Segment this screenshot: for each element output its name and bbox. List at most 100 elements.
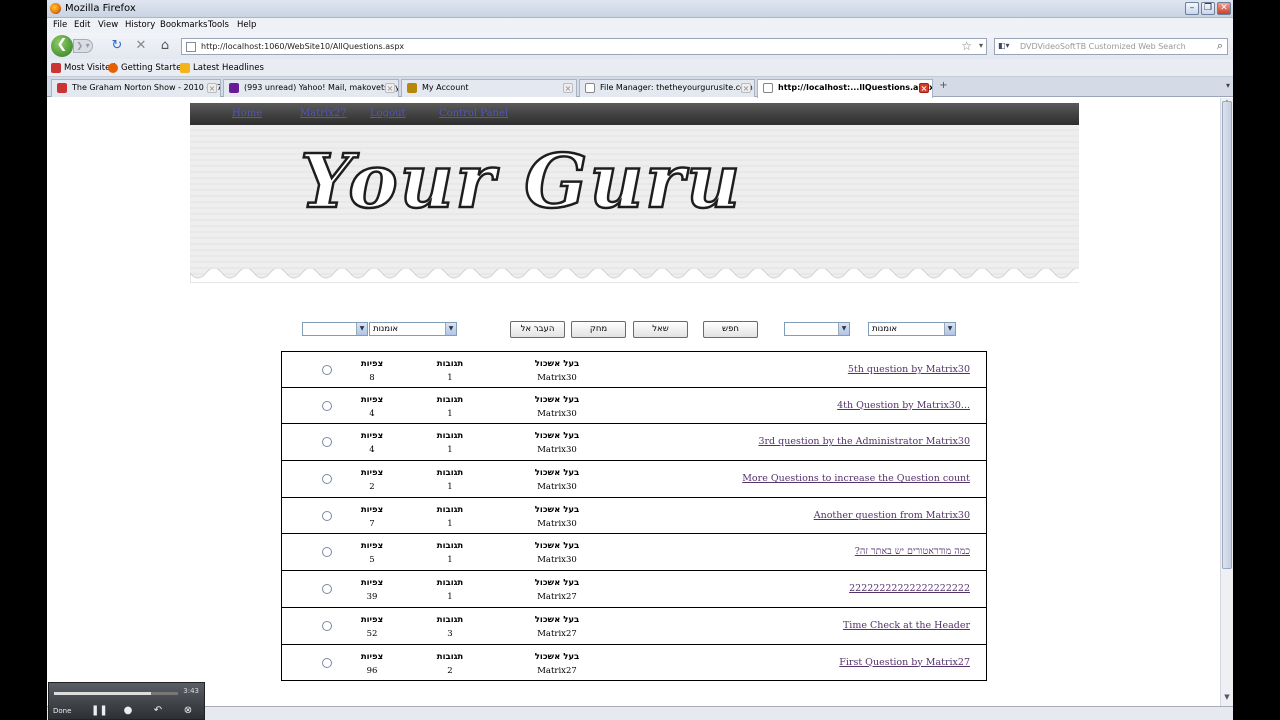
question-title-link[interactable]: 22222222222222222222 xyxy=(849,583,970,594)
forward-button[interactable]: ❯ ▾ xyxy=(73,39,93,53)
menu-file[interactable]: File xyxy=(53,20,67,30)
views-cell: צפיות 8 xyxy=(360,359,384,383)
owner-cell: בעל אשכול Matrix30 xyxy=(534,431,580,456)
scrollbar-thumb[interactable] xyxy=(1222,101,1232,569)
scroll-down-icon[interactable]: ▼ xyxy=(1222,693,1232,701)
stop-icon[interactable]: ⊗ xyxy=(181,704,195,718)
tab-close-icon[interactable]: × xyxy=(385,83,395,93)
question-title-link[interactable]: 5th question by Matrix30 xyxy=(848,364,970,375)
question-radio[interactable] xyxy=(322,437,332,448)
tab-list-icon[interactable]: ▾ xyxy=(1226,81,1230,90)
bookmark-most-visited[interactable]: Most Visited xyxy=(51,63,116,73)
subcategory-select-left[interactable]: ▼ xyxy=(302,322,368,336)
table-row: צפיות 52 תגובות 3 בעל אשכול Matrix27 Time Chec… xyxy=(281,607,987,645)
media-time: 3:43 xyxy=(183,687,199,695)
answers-cell: תגובות 1 xyxy=(436,578,464,603)
new-tab-button[interactable]: + xyxy=(935,80,952,96)
site-nav-logout[interactable]: Logout xyxy=(370,108,406,119)
tab-close-icon[interactable]: × xyxy=(919,83,929,93)
tab-yahoo-mail[interactable]: (993 unread) Yahoo! Mail, makovetskiyd × xyxy=(223,79,399,97)
category-select-left[interactable]: אומנות ▼ xyxy=(369,322,457,336)
questions-table: צפיות 8 תגובות 1 בעל אשכול Matrix30 5th questi… xyxy=(281,351,987,682)
media-progress-track[interactable] xyxy=(54,692,178,695)
browser-window: Mozilla Firefox – ❐ ✕ File Edit View His… xyxy=(47,0,1233,720)
question-title-link[interactable]: More Questions to increase the Question … xyxy=(742,473,970,484)
page-icon xyxy=(763,83,773,93)
search-engine-icon[interactable]: ◧▾ xyxy=(998,41,1010,50)
answers-cell: תגובות 1 xyxy=(436,468,464,493)
home-icon[interactable]: ⌂ xyxy=(157,38,173,54)
answers-cell: תגובות 1 xyxy=(436,359,464,383)
bookmark-latest-headlines[interactable]: Latest Headlines xyxy=(180,63,264,73)
question-title-link[interactable]: ?כמה מודראטורים יש באתר זה xyxy=(855,546,970,557)
question-radio[interactable] xyxy=(322,584,332,595)
media-progress-fill xyxy=(54,692,151,695)
owner-cell: בעל אשכול Matrix30 xyxy=(534,541,580,566)
category-select-right[interactable]: אומנות ▼ xyxy=(868,322,956,336)
tab-all-questions[interactable]: http://localhost:...llQuestions.aspx × xyxy=(757,79,933,98)
views-cell: צפיות 4 xyxy=(360,394,384,419)
views-cell: צפיות 4 xyxy=(360,431,384,456)
table-row: צפיות 2 תגובות 1 בעל אשכול Matrix30 More Quest… xyxy=(281,461,987,498)
question-radio[interactable] xyxy=(322,400,332,411)
menu-edit[interactable]: Edit xyxy=(74,20,90,30)
address-bar[interactable]: http://localhost:1060/WebSite10/AllQuest… xyxy=(181,38,987,55)
bookmark-star-icon[interactable]: ☆ xyxy=(961,39,972,53)
undo-icon[interactable]: ↶ xyxy=(151,704,165,718)
menu-tools[interactable]: Tools xyxy=(208,20,229,30)
move-to-button[interactable]: העבר אל xyxy=(510,321,565,338)
search-button[interactable]: חפש xyxy=(703,321,758,338)
answers-cell: תגובות 1 xyxy=(436,431,464,456)
tab-close-icon[interactable]: × xyxy=(563,83,573,93)
stop-icon[interactable]: ✕ xyxy=(133,38,149,54)
question-radio[interactable] xyxy=(322,620,332,631)
tab-close-icon[interactable]: × xyxy=(207,83,217,93)
minimize-button[interactable]: – xyxy=(1185,2,1199,15)
ask-button[interactable]: שאל xyxy=(633,321,688,338)
site-nav-user[interactable]: Matrix27 xyxy=(300,108,347,119)
microphone-icon[interactable]: ● xyxy=(121,704,135,718)
question-radio[interactable] xyxy=(322,510,332,521)
question-title-link[interactable]: First Question by Matrix27 xyxy=(839,657,970,668)
vertical-scrollbar[interactable]: ▲ ▼ xyxy=(1220,98,1233,706)
question-title-link[interactable]: Another question from Matrix30 xyxy=(814,510,970,521)
question-title-link[interactable]: 3rd question by the Administrator Matrix… xyxy=(758,436,970,447)
tab-graham-norton[interactable]: The Graham Norton Show - 2010 - S7x... × xyxy=(51,79,221,97)
window-title: Mozilla Firefox xyxy=(65,3,136,14)
question-title-link[interactable]: 4th Question by Matrix30... xyxy=(837,400,970,411)
site-nav-home[interactable]: Home xyxy=(232,108,262,119)
answers-cell: תגובות 1 xyxy=(436,394,464,419)
menu-bar: File Edit View History Bookmarks Tools H… xyxy=(47,18,1233,33)
back-button[interactable]: ❮ xyxy=(51,35,73,57)
url-dropdown-icon[interactable]: ▾ xyxy=(979,41,983,50)
tab-close-icon[interactable]: × xyxy=(741,83,751,93)
question-radio[interactable] xyxy=(322,657,332,668)
pause-icon[interactable]: ❚❚ xyxy=(91,704,108,718)
close-window-button[interactable]: ✕ xyxy=(1217,2,1231,15)
maximize-button[interactable]: ❐ xyxy=(1201,2,1215,15)
answers-cell: תגובות 1 xyxy=(436,504,464,529)
tab-my-account[interactable]: My Account × xyxy=(401,79,577,97)
menu-help[interactable]: Help xyxy=(237,20,256,30)
question-radio[interactable] xyxy=(322,365,332,375)
question-title-link[interactable]: Time Check at the Header xyxy=(843,620,970,631)
owner-cell: בעל אשכול Matrix30 xyxy=(534,394,580,419)
bookmark-getting-started[interactable]: Getting Started xyxy=(108,63,187,73)
site-nav-control-panel[interactable]: Control Panel xyxy=(439,108,508,119)
tab-file-manager[interactable]: File Manager: thetheyourgurusite.com × xyxy=(579,79,755,97)
menu-view[interactable]: View xyxy=(98,20,118,30)
question-radio[interactable] xyxy=(322,547,332,558)
delete-button[interactable]: מחק xyxy=(571,321,626,338)
views-cell: צפיות 2 xyxy=(360,468,384,493)
search-icon[interactable]: ⌕ xyxy=(1217,39,1223,53)
menu-history[interactable]: History xyxy=(125,20,155,30)
subcategory-select-right[interactable]: ▼ xyxy=(784,322,850,336)
menu-bookmarks[interactable]: Bookmarks xyxy=(160,20,208,30)
status-bar xyxy=(47,706,1233,720)
reload-icon[interactable]: ↻ xyxy=(109,38,125,54)
owner-cell: בעל אשכול Matrix27 xyxy=(534,578,580,603)
table-row: צפיות 96 תגובות 2 בעל אשכול Matrix27 First Que… xyxy=(281,644,987,682)
views-cell: צפיות 39 xyxy=(360,578,384,603)
question-radio[interactable] xyxy=(322,474,332,485)
search-box[interactable]: ◧▾ DVDVideoSoftTB Customized Web Search … xyxy=(994,38,1228,55)
